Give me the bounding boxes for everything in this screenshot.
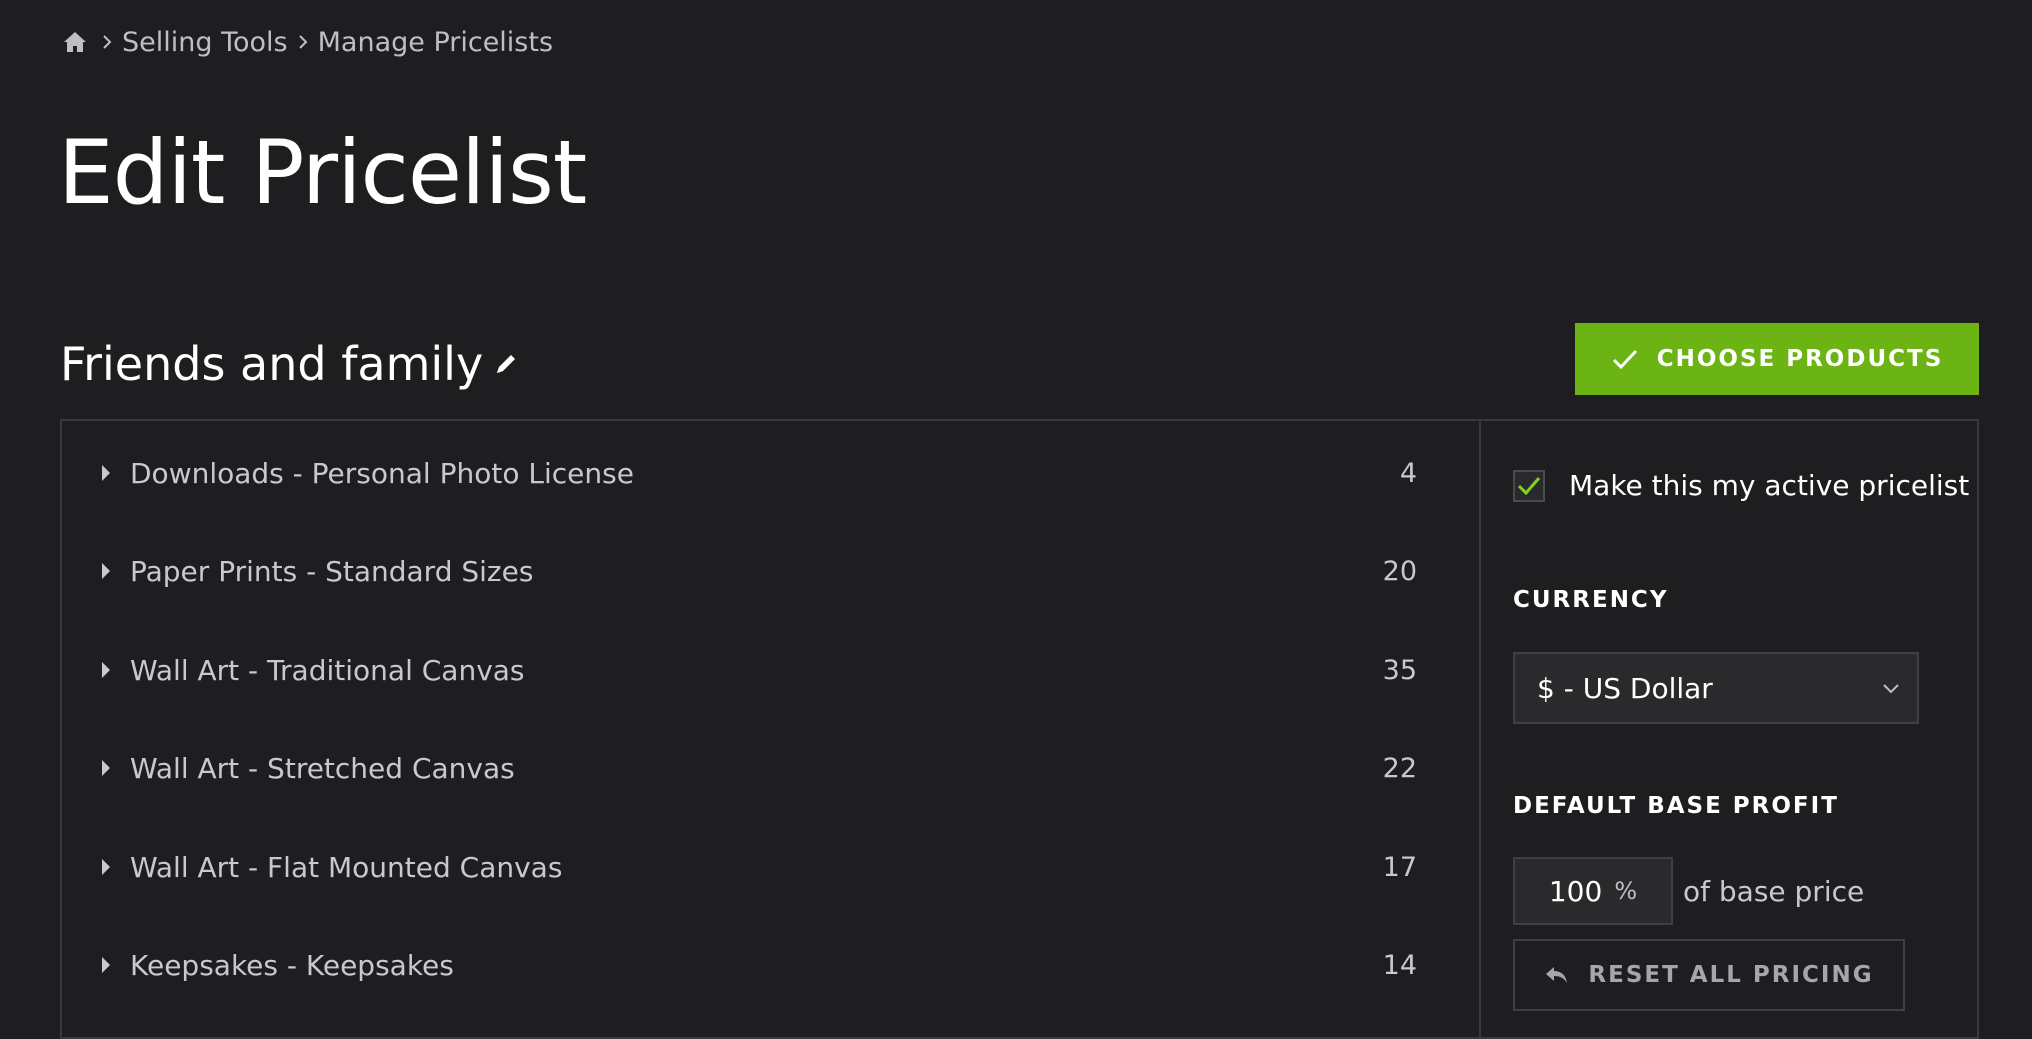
pencil-icon[interactable] [493, 350, 521, 378]
currency-select[interactable]: $ - US Dollar [1513, 652, 1919, 724]
currency-label: CURRENCY [1513, 587, 1669, 613]
caret-right-icon [100, 955, 114, 975]
product-name: Keepsakes - Keepsakes [130, 948, 454, 982]
active-pricelist-label: Make this my active pricelist [1569, 469, 1970, 502]
product-count: 20 [1382, 555, 1417, 587]
breadcrumb: Selling Tools Manage Pricelists [62, 22, 553, 62]
base-profit-input[interactable]: 100 % [1513, 857, 1673, 925]
caret-right-icon [100, 660, 114, 680]
product-name: Wall Art - Stretched Canvas [130, 751, 515, 785]
active-pricelist-toggle[interactable]: Make this my active pricelist [1513, 469, 1969, 502]
pricelist-panel: Downloads - Personal Photo License 4 Pap… [60, 419, 1979, 1039]
product-row-traditional-canvas[interactable]: Wall Art - Traditional Canvas 35 [62, 640, 1479, 700]
product-row-flat-mounted-canvas[interactable]: Wall Art - Flat Mounted Canvas 17 [62, 837, 1479, 897]
product-row-keepsakes[interactable]: Keepsakes - Keepsakes 14 [62, 935, 1479, 995]
base-profit-suffix: of base price [1683, 874, 1865, 908]
check-icon [1611, 344, 1641, 374]
product-name: Wall Art - Flat Mounted Canvas [130, 850, 563, 884]
reset-all-pricing-button[interactable]: RESET ALL PRICING [1513, 939, 1905, 1011]
product-count: 17 [1382, 851, 1417, 883]
chevron-down-icon [1881, 678, 1901, 698]
product-count: 22 [1382, 752, 1417, 784]
choose-products-button[interactable]: CHOOSE PRODUCTS [1575, 323, 1979, 395]
chevron-right-icon [92, 33, 122, 51]
base-profit-value: 100 [1548, 874, 1603, 908]
breadcrumb-selling-tools[interactable]: Selling Tools [122, 27, 288, 58]
pricelist-name: Friends and family [60, 337, 484, 391]
product-row-paper-prints[interactable]: Paper Prints - Standard Sizes 20 [62, 541, 1479, 601]
currency-value: $ - US Dollar [1537, 671, 1713, 705]
product-name: Paper Prints - Standard Sizes [130, 554, 534, 588]
default-base-profit-label: DEFAULT BASE PROFIT [1513, 793, 1839, 819]
base-profit-row: 100 % of base price [1513, 857, 1864, 925]
page-title: Edit Pricelist [58, 121, 587, 224]
product-list: Downloads - Personal Photo License 4 Pap… [62, 421, 1479, 1037]
home-icon[interactable] [62, 27, 92, 57]
product-count: 14 [1382, 949, 1417, 981]
product-name: Downloads - Personal Photo License [130, 456, 634, 490]
caret-right-icon [100, 758, 114, 778]
active-pricelist-checkbox[interactable] [1513, 469, 1545, 502]
reset-all-pricing-label: RESET ALL PRICING [1588, 962, 1874, 988]
product-count: 35 [1382, 654, 1417, 686]
chevron-right-icon [288, 33, 318, 51]
product-row-stretched-canvas[interactable]: Wall Art - Stretched Canvas 22 [62, 738, 1479, 798]
caret-right-icon [100, 463, 114, 483]
percent-unit: % [1614, 877, 1638, 905]
undo-icon [1544, 962, 1570, 988]
product-row-downloads[interactable]: Downloads - Personal Photo License 4 [62, 443, 1479, 503]
caret-right-icon [100, 857, 114, 877]
choose-products-label: CHOOSE PRODUCTS [1656, 346, 1944, 372]
product-count: 4 [1399, 457, 1417, 489]
pricelist-name-row: Friends and family [60, 334, 521, 394]
product-name: Wall Art - Traditional Canvas [130, 653, 525, 687]
caret-right-icon [100, 561, 114, 581]
pricelist-settings: Make this my active pricelist CURRENCY $… [1479, 421, 1979, 1037]
breadcrumb-manage-pricelists[interactable]: Manage Pricelists [318, 27, 553, 58]
